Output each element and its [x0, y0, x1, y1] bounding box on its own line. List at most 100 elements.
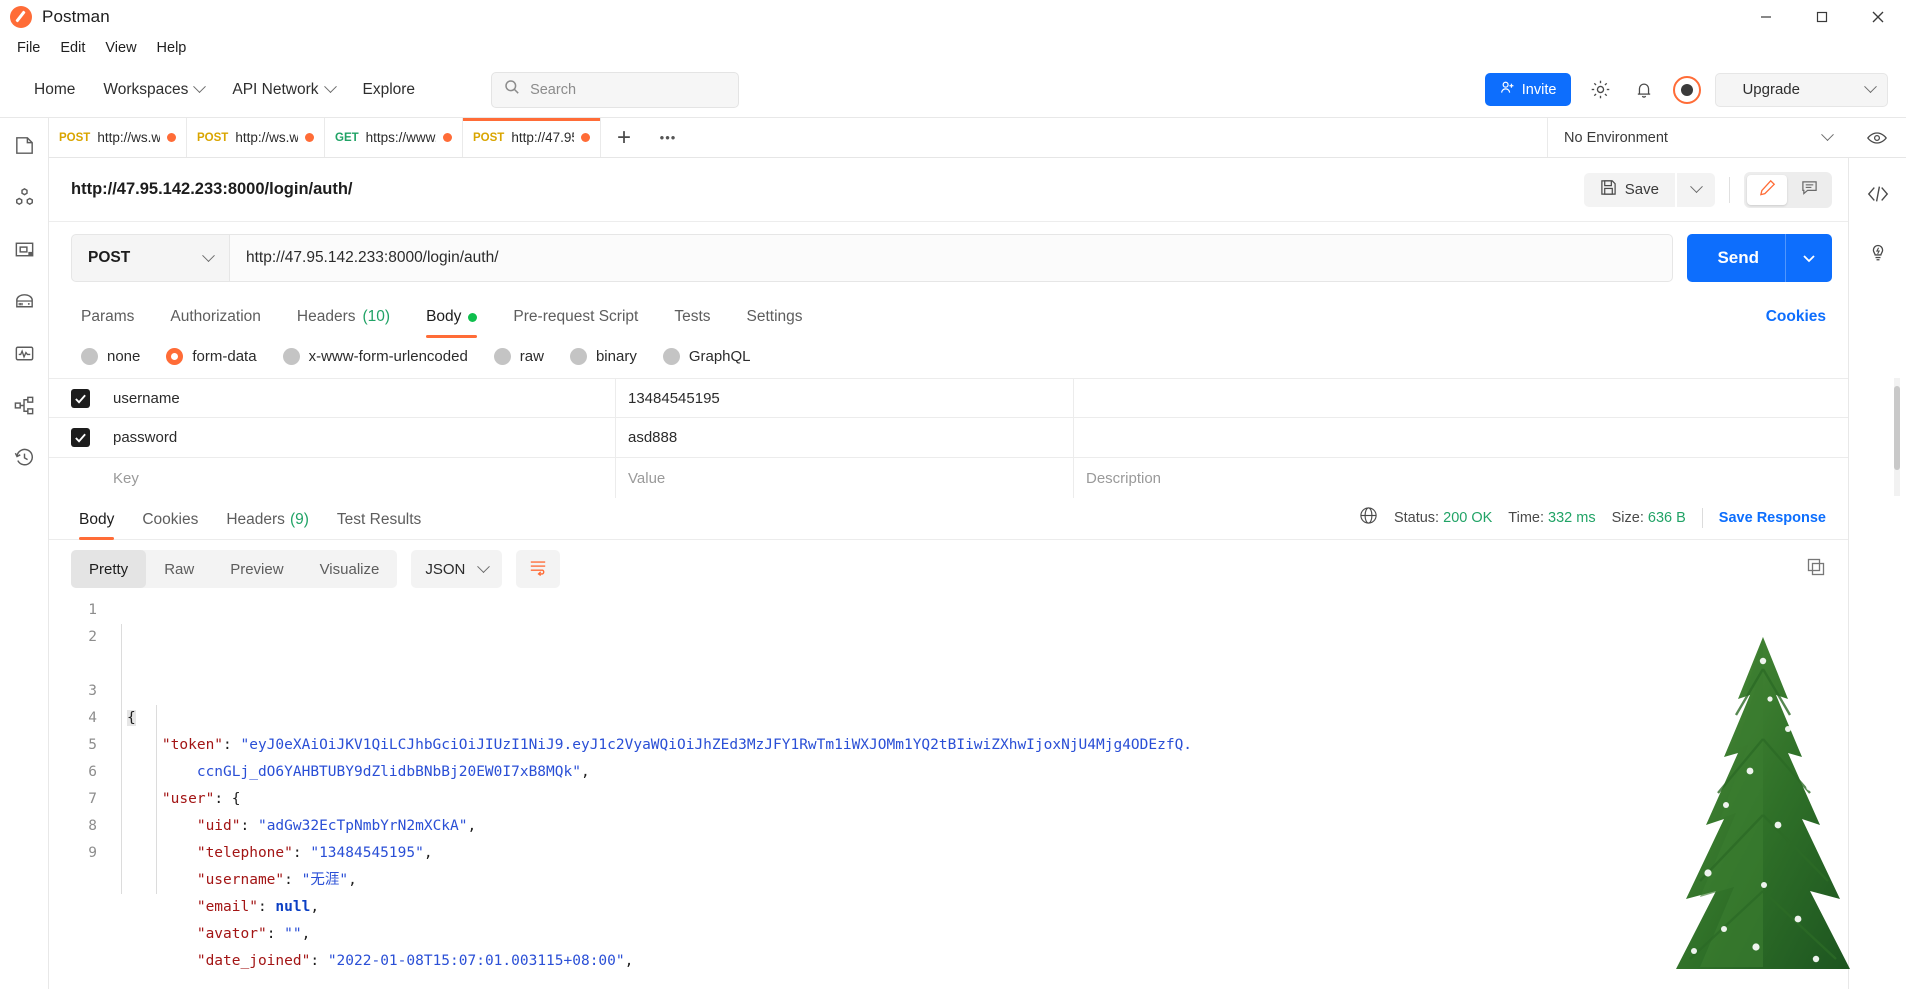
menu-view[interactable]: View: [96, 37, 145, 59]
form-value[interactable]: asd888: [616, 417, 1074, 458]
nav-home[interactable]: Home: [20, 75, 89, 105]
request-tab-1[interactable]: POST http://ws.webxml.com: [49, 118, 187, 157]
menu-file[interactable]: File: [8, 37, 49, 59]
table-row[interactable]: username 13484545195: [49, 378, 1848, 418]
body-mode-graphql[interactable]: GraphQL: [662, 347, 751, 365]
sidebar-item-flows[interactable]: [11, 392, 37, 418]
form-value-placeholder[interactable]: Value: [616, 458, 1074, 498]
sidebar-item-apis[interactable]: [11, 184, 37, 210]
save-options-button[interactable]: [1677, 172, 1715, 207]
cookies-link[interactable]: Cookies: [1766, 308, 1826, 338]
maximize-icon[interactable]: [1794, 0, 1850, 34]
url-input[interactable]: http://47.95.142.233:8000/login/auth/: [229, 234, 1674, 282]
tab-pre-request-script[interactable]: Pre-request Script: [495, 308, 656, 338]
chevron-down-icon: [1689, 180, 1703, 194]
upgrade-control[interactable]: Upgrade: [1715, 72, 1888, 107]
request-name[interactable]: http://47.95.142.233:8000/login/auth/: [71, 180, 353, 199]
environment-selector[interactable]: No Environment: [1548, 118, 1848, 157]
menu-help[interactable]: Help: [148, 37, 196, 59]
search-input[interactable]: [530, 81, 727, 98]
minimize-icon[interactable]: [1738, 0, 1794, 34]
tab-authorization[interactable]: Authorization: [152, 308, 278, 338]
nav-workspaces[interactable]: Workspaces: [89, 75, 218, 105]
menu-edit[interactable]: Edit: [51, 37, 94, 59]
lightbulb-icon[interactable]: [1866, 240, 1890, 264]
body-mode-raw[interactable]: raw: [493, 347, 544, 365]
response-tab-body-label: Body: [79, 511, 115, 528]
view-mode-raw[interactable]: Raw: [146, 550, 212, 588]
nav-workspaces-label: Workspaces: [103, 80, 189, 98]
form-description[interactable]: [1074, 418, 1848, 458]
table-row[interactable]: password asd888: [49, 417, 1848, 458]
code-content[interactable]: { "token": "eyJ0eXAiOiJKV1QiLCJhbGciOiJI…: [111, 597, 1848, 975]
response-body-code[interactable]: 1 2 3 4 5 6 7 8 9 { "token": "eyJ0eXAiOiJKV1QiLC…: [49, 597, 1848, 989]
tab-headers[interactable]: Headers (10): [279, 308, 408, 338]
body-mode-none[interactable]: none: [81, 347, 140, 365]
form-value[interactable]: 13484545195: [616, 378, 1074, 418]
method-selector[interactable]: POST: [71, 234, 229, 282]
body-mode-urlencoded[interactable]: x-www-form-urlencoded: [282, 347, 468, 365]
close-icon[interactable]: [1850, 0, 1906, 34]
tab-more-options-icon[interactable]: •••: [647, 118, 689, 157]
code-line: "avator": "",: [127, 921, 1848, 948]
invite-label: Invite: [1521, 81, 1557, 98]
nav-api-network[interactable]: API Network: [218, 75, 348, 105]
response-tab-headers[interactable]: Headers (9): [212, 511, 323, 539]
new-tab-button[interactable]: +: [601, 118, 647, 157]
tab-tests[interactable]: Tests: [656, 308, 728, 338]
table-row-empty[interactable]: Key Value Description: [49, 458, 1848, 498]
request-tab-3[interactable]: GET https://www.zhipin.com: [325, 118, 463, 157]
open-tabs: POST http://ws.webxml.com POST http://ws…: [49, 118, 689, 157]
body-mode-binary[interactable]: binary: [569, 347, 637, 365]
tab-params[interactable]: Params: [71, 308, 152, 338]
radio-icon: [282, 347, 300, 365]
form-key[interactable]: password: [111, 417, 616, 458]
copy-button[interactable]: [1806, 557, 1826, 582]
sidebar-item-environments[interactable]: [11, 236, 37, 262]
code-icon[interactable]: [1866, 182, 1890, 206]
sidebar-item-mock-servers[interactable]: [11, 288, 37, 314]
send-options-button[interactable]: [1786, 250, 1832, 266]
invite-button[interactable]: Invite: [1484, 73, 1572, 106]
view-mode-pretty[interactable]: Pretty: [71, 550, 147, 588]
sidebar-item-collections[interactable]: [11, 132, 37, 158]
form-description-placeholder[interactable]: Description: [1074, 458, 1848, 498]
code-token: "13484545195": [310, 845, 424, 861]
eye-icon[interactable]: [1848, 118, 1906, 157]
search-box[interactable]: [491, 71, 740, 108]
tab-settings[interactable]: Settings: [729, 308, 821, 338]
left-sidebar: [0, 118, 49, 989]
save-response-button[interactable]: Save Response: [1719, 510, 1826, 526]
request-tab-2[interactable]: POST http://ws.webxml.com: [187, 118, 325, 157]
response-tab-cookies[interactable]: Cookies: [128, 511, 212, 539]
row-checkbox[interactable]: [49, 388, 111, 408]
request-actions: Save: [1583, 171, 1832, 208]
response-tab-test-results[interactable]: Test Results: [323, 511, 435, 539]
view-mode-visualize[interactable]: Visualize: [302, 550, 398, 588]
form-table-scrollbar-thumb[interactable]: [1894, 386, 1900, 470]
send-button[interactable]: Send: [1687, 234, 1832, 282]
tab-url: http://47.95.142.233:8: [511, 130, 574, 145]
comment-mode-button[interactable]: [1789, 175, 1829, 205]
response-format-selector[interactable]: JSON: [411, 550, 503, 588]
bell-icon[interactable]: [1629, 75, 1659, 105]
edit-mode-button[interactable]: [1747, 174, 1787, 205]
wrap-lines-button[interactable]: [516, 550, 561, 588]
form-key-placeholder[interactable]: Key: [111, 458, 616, 498]
tab-body[interactable]: Body: [408, 308, 495, 338]
response-tab-body[interactable]: Body: [71, 511, 128, 540]
body-mode-form-data[interactable]: form-data: [166, 347, 257, 365]
save-button[interactable]: Save: [1583, 172, 1675, 207]
view-mode-preview[interactable]: Preview: [212, 550, 301, 588]
row-checkbox[interactable]: [49, 428, 111, 447]
user-avatar[interactable]: [1673, 75, 1702, 104]
form-key[interactable]: username: [111, 378, 616, 418]
nav-explore[interactable]: Explore: [349, 75, 430, 105]
sidebar-item-monitors[interactable]: [11, 340, 37, 366]
chevron-down-icon: [323, 80, 337, 94]
request-tab-4[interactable]: POST http://47.95.142.233:8: [463, 118, 601, 157]
sidebar-item-history[interactable]: [11, 444, 37, 470]
request-tab-strip: POST http://ws.webxml.com POST http://ws…: [49, 118, 1906, 158]
form-description[interactable]: [1074, 378, 1848, 418]
gear-icon[interactable]: [1585, 75, 1615, 105]
